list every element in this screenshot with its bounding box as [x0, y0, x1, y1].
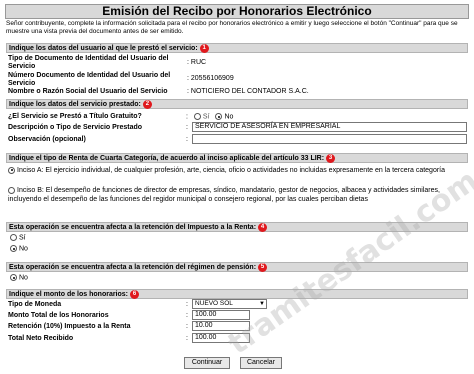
retencion-pension-no-radio[interactable] [10, 274, 17, 281]
gratuito-no-label: No [224, 113, 234, 121]
retencion-label: Retención (10%) Impuesto a la Renta [8, 323, 131, 330]
inciso-b-radio[interactable] [8, 186, 15, 194]
retencion-renta-si-label: Sí [19, 234, 26, 242]
section-label: Indique los datos del usuario al que le … [9, 45, 198, 52]
section-label: Indique el monto de los honorarios: [9, 291, 129, 298]
obs-label: Observación (opcional) [8, 136, 86, 143]
name-value: : NOTICIERO DEL CONTADOR S.A.C. [187, 88, 309, 95]
moneda-select[interactable]: NUEVO SOL ▼ [192, 299, 267, 309]
section-header-retencion-pension: Esta operación se encuentra afecta a la … [6, 262, 468, 272]
doc-type-value: : RUC [187, 59, 207, 66]
step-badge: 1 [199, 44, 209, 53]
section-header-monto: Indique el monto de los honorarios: 6 [6, 289, 468, 299]
doc-num-value: : 20556106909 [187, 75, 234, 82]
retencion-renta-si-radio[interactable] [10, 234, 17, 241]
section-label: Indique el tipo de Renta de Cuarta Categ… [9, 155, 325, 162]
inciso-a-radio[interactable] [8, 166, 15, 174]
page-title: Emisión del Recibo por Honorarios Electr… [5, 4, 469, 19]
cancelar-button[interactable]: Cancelar [240, 357, 282, 369]
doc-num-label: Número Documento de Identidad del Usuari… [8, 72, 171, 87]
intro-text: Señor contribuyente, complete la informa… [6, 20, 458, 35]
inciso-a-option[interactable]: Inciso A: El ejercicio individual, de cu… [8, 166, 468, 175]
retencion-pension-no-label: No [19, 274, 28, 282]
section-header-renta: Indique el tipo de Renta de Cuarta Categ… [6, 153, 468, 163]
step-badge: 2 [142, 100, 152, 109]
retencion-pension-no-option[interactable]: No [10, 274, 28, 282]
section-label: Indique los datos del servicio prestado: [9, 101, 141, 108]
neto-label: Total Neto Recibido [8, 335, 74, 342]
retencion-renta-no-label: No [19, 245, 28, 253]
doc-type-label: Tipo de Documento de Identidad del Usuar… [8, 55, 169, 70]
step-badge: 6 [130, 290, 140, 299]
step-badge: 5 [258, 263, 268, 272]
total-label: Monto Total de los Honorarios [8, 312, 109, 319]
retencion-renta-no-radio[interactable] [10, 245, 17, 252]
desc-label: Descripción o Tipo de Servicio Prestado [8, 124, 143, 131]
section-label: Esta operación se encuentra afecta a la … [9, 264, 257, 271]
retencion-renta-no-option[interactable]: No [10, 245, 28, 253]
gratuito-label: ¿El Servicio se Prestó a Título Gratuito… [8, 113, 142, 120]
retencion-renta-si-option[interactable]: Sí [10, 234, 26, 242]
section-header-user: Indique los datos del usuario al que le … [6, 43, 468, 53]
gratuito-no-radio[interactable] [215, 113, 223, 120]
section-label: Esta operación se encuentra afecta a la … [9, 224, 257, 231]
name-label: Nombre o Razón Social del Usuario del Se… [8, 88, 168, 95]
obs-input[interactable] [192, 134, 467, 144]
gratuito-si-label: Sí [202, 113, 210, 121]
section-header-service: Indique los datos del servicio prestado:… [6, 99, 468, 109]
step-badge: 3 [326, 154, 336, 163]
gratuito-radios: : Sí No [186, 113, 234, 121]
inciso-b-label: Inciso B: El desempeño de funciones de d… [8, 187, 440, 203]
gratuito-si-radio[interactable] [193, 113, 201, 120]
inciso-b-option[interactable]: Inciso B: El desempeño de funciones de d… [8, 186, 468, 204]
inciso-a-label: Inciso A: El ejercicio individual, de cu… [17, 167, 446, 174]
desc-input[interactable]: SERVICIO DE ASESORÍA EN EMPRESARIAL [192, 122, 467, 132]
continuar-button[interactable]: Continuar [184, 357, 230, 369]
moneda-label: Tipo de Moneda [8, 301, 62, 308]
step-badge: 4 [258, 223, 268, 232]
moneda-value: NUEVO SOL [195, 300, 233, 307]
